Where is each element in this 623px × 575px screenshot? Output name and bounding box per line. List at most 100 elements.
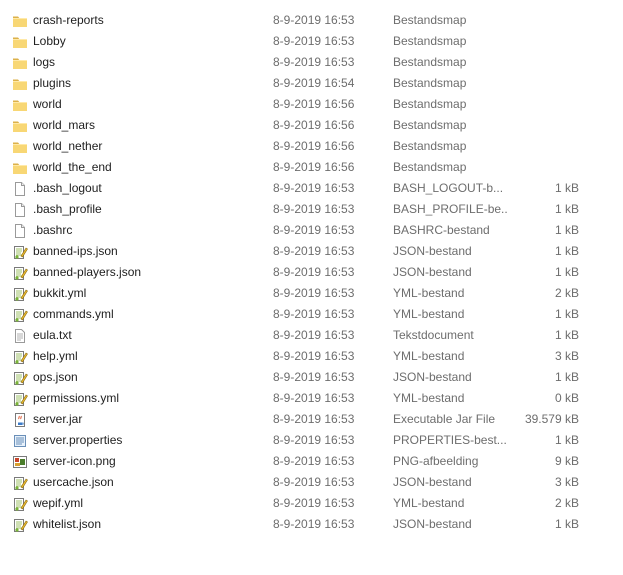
notepad-plus-file-icon: [12, 265, 28, 281]
file-type: YML-bestand: [393, 349, 465, 363]
folder-icon: [12, 34, 28, 50]
file-name: bukkit.yml: [33, 286, 87, 300]
file-row[interactable]: banned-ips.json 8-9-2019 16:53 JSON-best…: [0, 241, 623, 262]
file-row[interactable]: whitelist.json 8-9-2019 16:53 JSON-besta…: [0, 514, 623, 535]
file-date-modified: 8-9-2019 16:53: [273, 181, 355, 195]
file-type: BASH_PROFILE-be...: [393, 202, 508, 216]
file-date-modified: 8-9-2019 16:53: [273, 496, 355, 510]
file-date-modified: 8-9-2019 16:53: [273, 223, 355, 237]
file-size: 9 kB: [554, 454, 579, 468]
file-row[interactable]: usercache.json 8-9-2019 16:53 JSON-besta…: [0, 472, 623, 493]
file-name: .bash_profile: [33, 202, 102, 216]
image-file-icon: [12, 454, 28, 470]
file-row[interactable]: server.jar 8-9-2019 16:53 Executable Jar…: [0, 409, 623, 430]
file-type: PROPERTIES-best...: [393, 433, 507, 447]
file-size: 39.579 kB: [524, 412, 579, 426]
file-date-modified: 8-9-2019 16:53: [273, 265, 355, 279]
file-row[interactable]: world_the_end 8-9-2019 16:56 Bestandsmap: [0, 157, 623, 178]
file-type: JSON-bestand: [393, 265, 472, 279]
notepad-plus-file-icon: [12, 307, 28, 323]
folder-icon: [12, 118, 28, 134]
file-date-modified: 8-9-2019 16:56: [273, 97, 355, 111]
file-name: eula.txt: [33, 328, 72, 342]
notepad-plus-file-icon: [12, 349, 28, 365]
file-size: 2 kB: [554, 286, 579, 300]
file-name: usercache.json: [33, 475, 114, 489]
file-size: 1 kB: [554, 202, 579, 216]
file-row[interactable]: .bash_profile 8-9-2019 16:53 BASH_PROFIL…: [0, 199, 623, 220]
file-size: 1 kB: [554, 370, 579, 384]
file-row[interactable]: crash-reports 8-9-2019 16:53 Bestandsmap: [0, 10, 623, 31]
file-date-modified: 8-9-2019 16:53: [273, 286, 355, 300]
file-row[interactable]: plugins 8-9-2019 16:54 Bestandsmap: [0, 73, 623, 94]
file-row[interactable]: logs 8-9-2019 16:53 Bestandsmap: [0, 52, 623, 73]
blank-file-icon: [12, 202, 28, 218]
file-size: 2 kB: [554, 496, 579, 510]
file-name: ops.json: [33, 370, 78, 384]
file-size: 1 kB: [554, 328, 579, 342]
file-name: server-icon.png: [33, 454, 116, 468]
file-date-modified: 8-9-2019 16:53: [273, 349, 355, 363]
file-row[interactable]: .bash_logout 8-9-2019 16:53 BASH_LOGOUT-…: [0, 178, 623, 199]
notepad-plus-file-icon: [12, 496, 28, 512]
file-type: Bestandsmap: [393, 97, 467, 111]
file-type: JSON-bestand: [393, 517, 472, 531]
file-date-modified: 8-9-2019 16:53: [273, 412, 355, 426]
file-type: Tekstdocument: [393, 328, 474, 342]
file-name: commands.yml: [33, 307, 114, 321]
file-size: 1 kB: [554, 307, 579, 321]
file-row[interactable]: bukkit.yml 8-9-2019 16:53 YML-bestand 2 …: [0, 283, 623, 304]
file-name: Lobby: [33, 34, 66, 48]
file-type: Executable Jar File: [393, 412, 496, 426]
file-row[interactable]: help.yml 8-9-2019 16:53 YML-bestand 3 kB: [0, 346, 623, 367]
file-row[interactable]: world 8-9-2019 16:56 Bestandsmap: [0, 94, 623, 115]
file-type: Bestandsmap: [393, 118, 467, 132]
file-type: YML-bestand: [393, 496, 465, 510]
file-type: Bestandsmap: [393, 160, 467, 174]
file-row[interactable]: permissions.yml 8-9-2019 16:53 YML-besta…: [0, 388, 623, 409]
folder-icon: [12, 55, 28, 71]
file-row[interactable]: commands.yml 8-9-2019 16:53 YML-bestand …: [0, 304, 623, 325]
file-type: Bestandsmap: [393, 55, 467, 69]
file-name: .bashrc: [33, 223, 73, 237]
file-size: 1 kB: [554, 433, 579, 447]
folder-icon: [12, 97, 28, 113]
notepad-plus-file-icon: [12, 370, 28, 386]
file-type: Bestandsmap: [393, 34, 467, 48]
file-size: 1 kB: [554, 517, 579, 531]
file-date-modified: 8-9-2019 16:54: [273, 76, 355, 90]
file-size: 1 kB: [554, 223, 579, 237]
file-size: 1 kB: [554, 265, 579, 279]
file-row[interactable]: server.properties 8-9-2019 16:53 PROPERT…: [0, 430, 623, 451]
file-row[interactable]: world_nether 8-9-2019 16:56 Bestandsmap: [0, 136, 623, 157]
file-name: world_nether: [33, 139, 103, 153]
file-name: .bash_logout: [33, 181, 102, 195]
file-name: wepif.yml: [33, 496, 84, 510]
folder-icon: [12, 160, 28, 176]
file-date-modified: 8-9-2019 16:53: [273, 517, 355, 531]
blank-file-icon: [12, 181, 28, 197]
file-row[interactable]: server-icon.png 8-9-2019 16:53 PNG-afbee…: [0, 451, 623, 472]
file-name: crash-reports: [33, 13, 104, 27]
file-date-modified: 8-9-2019 16:53: [273, 55, 355, 69]
file-row[interactable]: eula.txt 8-9-2019 16:53 Tekstdocument 1 …: [0, 325, 623, 346]
file-row[interactable]: .bashrc 8-9-2019 16:53 BASHRC-bestand 1 …: [0, 220, 623, 241]
file-row[interactable]: Lobby 8-9-2019 16:53 Bestandsmap: [0, 31, 623, 52]
java-jar-icon: [12, 412, 28, 428]
file-name: server.jar: [33, 412, 83, 426]
file-date-modified: 8-9-2019 16:56: [273, 118, 355, 132]
file-row[interactable]: ops.json 8-9-2019 16:53 JSON-bestand 1 k…: [0, 367, 623, 388]
blank-file-icon: [12, 223, 28, 239]
file-date-modified: 8-9-2019 16:53: [273, 328, 355, 342]
file-row[interactable]: world_mars 8-9-2019 16:56 Bestandsmap: [0, 115, 623, 136]
file-name: world: [33, 97, 62, 111]
file-type: Bestandsmap: [393, 13, 467, 27]
file-type: JSON-bestand: [393, 370, 472, 384]
file-row[interactable]: banned-players.json 8-9-2019 16:53 JSON-…: [0, 262, 623, 283]
file-size: 0 kB: [554, 391, 579, 405]
file-row[interactable]: wepif.yml 8-9-2019 16:53 YML-bestand 2 k…: [0, 493, 623, 514]
file-size: 1 kB: [554, 181, 579, 195]
notepad-plus-file-icon: [12, 244, 28, 260]
file-date-modified: 8-9-2019 16:53: [273, 202, 355, 216]
file-name: world_mars: [33, 118, 96, 132]
